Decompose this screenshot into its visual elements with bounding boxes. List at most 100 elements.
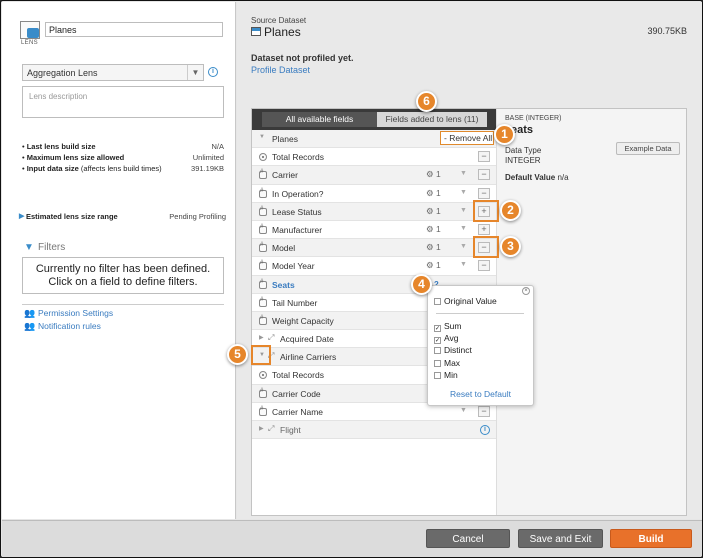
data-type-label: Data Type: [505, 146, 542, 155]
add-field-button[interactable]: +: [478, 223, 490, 235]
remove-field-button[interactable]: −: [478, 187, 490, 199]
callout-5: 5: [227, 344, 248, 365]
dataset-row-planes[interactable]: ▼ Planes - Remove All: [252, 130, 496, 149]
remove-all-button[interactable]: - Remove All: [440, 131, 494, 145]
option-max[interactable]: Max: [434, 358, 460, 368]
notification-rules-link[interactable]: 👥 Notification rules: [24, 321, 101, 332]
footer-bar: Cancel Save and Exit Build: [2, 520, 702, 557]
callout-1: 1: [494, 124, 515, 145]
reset-to-default-link[interactable]: Reset to Default: [428, 389, 533, 399]
default-value: Default Value n/a: [505, 173, 569, 182]
gear-icon[interactable]: ⚙ 1: [426, 224, 441, 235]
field-type-icon: [259, 388, 267, 398]
filter-icon[interactable]: ▼: [460, 407, 467, 414]
cancel-button[interactable]: Cancel: [426, 529, 510, 548]
callout-6: 6: [416, 91, 437, 112]
stat-max-size: • Maximum lens size allowed Unlimited: [22, 153, 224, 162]
checkbox-min[interactable]: [434, 372, 441, 379]
filter-icon[interactable]: ▼: [460, 225, 467, 232]
left-panel: LENS Aggregation Lens ▼ i Lens descripti…: [2, 2, 236, 519]
field-row-carrier[interactable]: Carrier ⚙ 1 ▼ −: [252, 166, 496, 185]
table-icon: [251, 27, 261, 36]
filter-icon[interactable]: ▼: [460, 189, 467, 196]
right-panel: Source Dataset Planes 390.75KB Dataset n…: [237, 2, 702, 519]
dataset-row-flight[interactable]: ▶ ⤢ Flight i: [252, 421, 496, 440]
checkbox-distinct[interactable]: [434, 347, 441, 354]
remove-field-button[interactable]: −: [478, 169, 490, 181]
filter-icon[interactable]: ▼: [460, 170, 467, 177]
field-row-manufacturer[interactable]: Manufacturer ⚙ 1 ▼ +: [252, 221, 496, 240]
checkbox-sum[interactable]: ✓: [434, 325, 441, 332]
source-dataset-name: Planes: [251, 25, 301, 39]
save-and-exit-button[interactable]: Save and Exit: [518, 529, 603, 548]
estimated-size-range[interactable]: ▶ Estimated lens size range Pending Prof…: [19, 212, 226, 221]
tab-added-fields[interactable]: Fields added to lens (11): [377, 112, 487, 127]
funnel-icon: ▼: [24, 242, 34, 253]
checkbox-avg[interactable]: ✓: [434, 337, 441, 344]
field-type-icon: [259, 242, 267, 253]
field-type-icon: [259, 206, 267, 216]
checkbox-original[interactable]: [434, 298, 441, 305]
filter-empty-box: Currently no filter has been defined. Cl…: [22, 257, 224, 294]
field-type-icon: [259, 315, 267, 325]
field-row-total-records[interactable]: Total Records −: [252, 148, 496, 167]
option-avg[interactable]: ✓ Avg: [434, 333, 459, 344]
lens-description-field[interactable]: Lens description: [22, 86, 224, 118]
remove-field-button[interactable]: −: [478, 151, 490, 163]
lens-type-value: Aggregation Lens: [27, 68, 98, 78]
count-icon: [259, 153, 267, 162]
field-base-type: BASE (INTEGER): [505, 115, 562, 122]
field-type-icon: [259, 279, 267, 289]
tab-all-fields[interactable]: All available fields: [262, 112, 377, 127]
filter-icon[interactable]: ▼: [460, 261, 467, 268]
info-icon[interactable]: i: [480, 425, 490, 435]
expand-icon[interactable]: ▶: [259, 334, 264, 341]
collapse-icon[interactable]: ▼: [259, 134, 265, 140]
gear-icon[interactable]: ⚙ 1: [426, 242, 441, 253]
field-row-model-year[interactable]: Model Year ⚙ 1 ▼ −: [252, 257, 496, 276]
option-sum[interactable]: ✓ Sum: [434, 321, 461, 332]
info-icon[interactable]: i: [208, 67, 218, 77]
close-icon[interactable]: ×: [522, 287, 530, 295]
count-icon: [259, 371, 267, 380]
gear-icon[interactable]: ⚙ 1: [426, 188, 441, 199]
stat-input-size: • Input data size (affects lens build ti…: [22, 164, 224, 173]
lens-name-input[interactable]: [45, 22, 223, 37]
lens-type-select[interactable]: Aggregation Lens ▼: [22, 64, 204, 81]
callout-4: 4: [411, 274, 432, 295]
highlight-box-5: [251, 345, 271, 365]
expand-icon[interactable]: ▶: [259, 425, 264, 432]
users-icon: 👥: [24, 321, 36, 331]
option-min[interactable]: Min: [434, 370, 458, 380]
filter-icon[interactable]: ▼: [460, 243, 467, 250]
highlight-box-2: [473, 200, 499, 222]
permission-settings-link[interactable]: 👥 Permission Settings: [24, 308, 113, 319]
aggregation-popover: × Original Value ✓ Sum ✓ Avg Distinct Max …: [427, 285, 534, 406]
gear-icon[interactable]: ⚙ 1: [426, 169, 441, 180]
remove-field-button[interactable]: −: [478, 405, 490, 417]
field-tabs: All available fields Fields added to len…: [252, 109, 496, 130]
profile-dataset-link[interactable]: Profile Dataset: [251, 65, 310, 75]
field-row-in-operation[interactable]: In Operation? ⚙ 1 ▼ −: [252, 185, 496, 203]
field-type-icon: [259, 169, 267, 180]
callout-2: 2: [500, 200, 521, 221]
field-type-icon: [259, 224, 267, 234]
example-data-button[interactable]: Example Data: [616, 142, 680, 155]
field-type-icon: [259, 260, 267, 271]
chevron-down-icon[interactable]: ▼: [187, 65, 203, 80]
filter-icon[interactable]: ▼: [460, 207, 467, 214]
option-original-value[interactable]: Original Value: [434, 296, 497, 306]
expand-triangle-icon[interactable]: ▶: [19, 212, 24, 220]
lens-stats: • Last lens build size N/A • Maximum len…: [22, 142, 226, 175]
not-profiled-text: Dataset not profiled yet.: [251, 53, 354, 63]
field-row-model[interactable]: Model ⚙ 1 ▼ −: [252, 239, 496, 258]
option-distinct[interactable]: Distinct: [434, 345, 472, 355]
source-dataset-size: 390.75KB: [647, 26, 687, 36]
build-button[interactable]: Build: [610, 529, 692, 548]
gear-icon[interactable]: ⚙ 1: [426, 260, 441, 271]
gear-icon[interactable]: ⚙ 1: [426, 206, 441, 217]
checkbox-max[interactable]: [434, 360, 441, 367]
field-row-lease-status[interactable]: Lease Status ⚙ 1 ▼ +: [252, 202, 496, 221]
join-icon: ⤢: [268, 424, 275, 433]
remove-field-button[interactable]: −: [478, 260, 490, 272]
